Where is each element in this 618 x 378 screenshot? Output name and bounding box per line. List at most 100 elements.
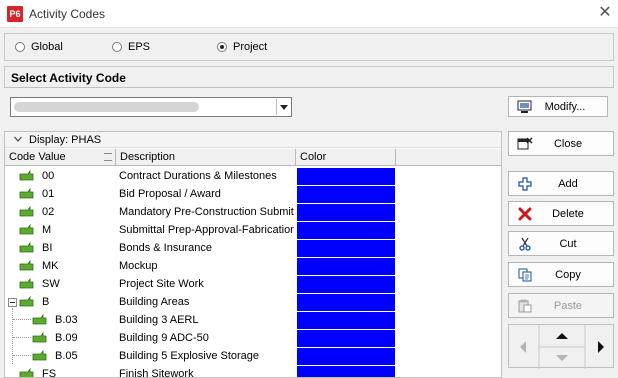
column-header-color[interactable]: Color	[296, 149, 396, 166]
activity-code-values-grid: Display: PHAS Code Value Description Col…	[4, 131, 502, 378]
description-cell: Finish Sitework	[119, 368, 194, 378]
description-cell: Building 3 AERL	[119, 314, 199, 326]
table-row[interactable]: B.05 Building 5 Explosive Storage	[5, 347, 501, 365]
code-value-cell: 01	[42, 188, 55, 200]
color-swatch[interactable]	[297, 204, 395, 221]
radio-project[interactable]: Project	[217, 41, 267, 53]
close-dialog-icon	[517, 136, 533, 152]
dropdown-arrow-icon[interactable]	[276, 99, 290, 115]
move-up-arrow-icon[interactable]	[555, 331, 569, 341]
cut-button[interactable]: Cut	[508, 231, 614, 256]
table-row[interactable]: BI Bonds & Insurance	[5, 239, 501, 257]
copy-button[interactable]: Copy	[508, 262, 614, 287]
description-cell: Mandatory Pre-Construction Submitt	[119, 206, 294, 218]
description-cell: Contract Durations & Milestones	[119, 170, 277, 182]
activity-code-value-icon	[19, 278, 34, 289]
table-row[interactable]: 01 Bid Proposal / Award	[5, 185, 501, 203]
table-row[interactable]: B.03 Building 3 AERL	[5, 311, 501, 329]
scissors-icon	[517, 236, 533, 252]
paste-button[interactable]: Paste	[508, 293, 614, 318]
column-header-description-label: Description	[120, 151, 176, 163]
table-row[interactable]: MK Mockup	[5, 257, 501, 275]
radio-circle-selected	[217, 42, 227, 52]
description-cell: Bid Proposal / Award	[119, 188, 221, 200]
activity-code-value-icon	[19, 206, 34, 217]
description-cell: Bonds & Insurance	[119, 242, 212, 254]
activity-code-value-icon	[19, 188, 34, 199]
code-value-cell: B.09	[55, 332, 78, 344]
radio-global[interactable]: Global	[15, 41, 63, 53]
column-header-description[interactable]: Description	[116, 149, 296, 166]
table-row[interactable]: B.09 Building 9 ADC-50	[5, 329, 501, 347]
section-title: Select Activity Code	[11, 71, 126, 85]
activity-code-value-icon	[19, 170, 34, 181]
table-row[interactable]: FS Finish Sitework	[5, 365, 501, 378]
color-swatch[interactable]	[297, 330, 395, 347]
color-swatch[interactable]	[297, 312, 395, 329]
paste-label: Paste	[553, 299, 583, 312]
move-down-arrow-icon[interactable]	[555, 353, 569, 363]
activity-code-value-icon	[32, 314, 47, 325]
delete-button[interactable]: Delete	[508, 201, 614, 226]
color-swatch[interactable]	[297, 258, 395, 275]
close-label: Close	[553, 137, 583, 150]
activity-code-value-icon	[19, 260, 34, 271]
group-label: Display: PHAS	[29, 134, 102, 146]
description-cell: Submittal Prep-Approval-Fabrication	[119, 224, 294, 236]
description-cell: Building 9 ADC-50	[119, 332, 209, 344]
table-row[interactable]: M Submittal Prep-Approval-Fabrication	[5, 221, 501, 239]
add-button[interactable]: Add	[508, 171, 614, 196]
column-headers: Code Value Description Color	[5, 149, 501, 166]
move-arrows-pad	[508, 324, 614, 369]
window-title: Activity Codes	[29, 7, 106, 21]
color-swatch[interactable]	[297, 240, 395, 257]
delete-label: Delete	[552, 207, 584, 220]
close-button[interactable]: Close	[508, 131, 614, 156]
radio-circle	[15, 42, 25, 52]
code-value-cell: BI	[42, 242, 53, 254]
table-row[interactable]: 00 Contract Durations & Milestones	[5, 167, 501, 185]
activity-code-value-icon	[19, 224, 34, 235]
copy-label: Copy	[555, 268, 581, 281]
title-bar: P6 Activity Codes ✕	[0, 0, 618, 28]
table-row[interactable]: SW Project Site Work	[5, 275, 501, 293]
group-band[interactable]: Display: PHAS	[5, 132, 501, 148]
code-value-cell: B	[42, 296, 50, 308]
column-header-code-value[interactable]: Code Value	[5, 149, 116, 166]
radio-eps[interactable]: EPS	[112, 41, 150, 53]
description-cell: Project Site Work	[119, 278, 204, 290]
column-header-color-label: Color	[300, 151, 327, 163]
collapse-icon[interactable]	[8, 298, 17, 307]
p6-app-icon: P6	[7, 6, 23, 22]
color-swatch[interactable]	[297, 348, 395, 365]
activity-code-dropdown[interactable]	[10, 97, 292, 117]
code-value-cell: B.03	[55, 314, 78, 326]
table-row[interactable]: B Building Areas	[5, 293, 501, 311]
chevron-down-icon[interactable]	[14, 135, 22, 143]
color-swatch[interactable]	[297, 294, 395, 311]
modify-button[interactable]: Modify...	[508, 96, 608, 117]
column-header-code-label: Code Value	[9, 151, 66, 163]
code-value-cell: SW	[42, 278, 60, 290]
color-swatch[interactable]	[297, 276, 395, 293]
section-header: Select Activity Code	[4, 66, 614, 88]
description-cell: Mockup	[119, 260, 158, 272]
window-close-icon[interactable]: ✕	[596, 4, 614, 22]
code-value-cell: 02	[42, 206, 55, 218]
sort-icon	[104, 153, 112, 161]
move-right-arrow-icon[interactable]	[596, 340, 606, 354]
move-left-arrow-icon[interactable]	[518, 340, 528, 354]
code-value-cell: 00	[42, 170, 55, 182]
color-swatch[interactable]	[297, 168, 395, 185]
table-row[interactable]: 02 Mandatory Pre-Construction Submitt	[5, 203, 501, 221]
modify-icon	[517, 99, 533, 115]
activity-code-value-icon	[19, 296, 34, 307]
plus-icon	[517, 176, 533, 192]
color-swatch[interactable]	[297, 222, 395, 239]
radio-global-label: Global	[31, 41, 63, 53]
activity-code-value-icon	[32, 350, 47, 361]
color-swatch[interactable]	[297, 366, 395, 377]
radio-eps-label: EPS	[128, 41, 151, 53]
color-swatch[interactable]	[297, 186, 395, 203]
activity-code-value-icon	[19, 242, 34, 253]
